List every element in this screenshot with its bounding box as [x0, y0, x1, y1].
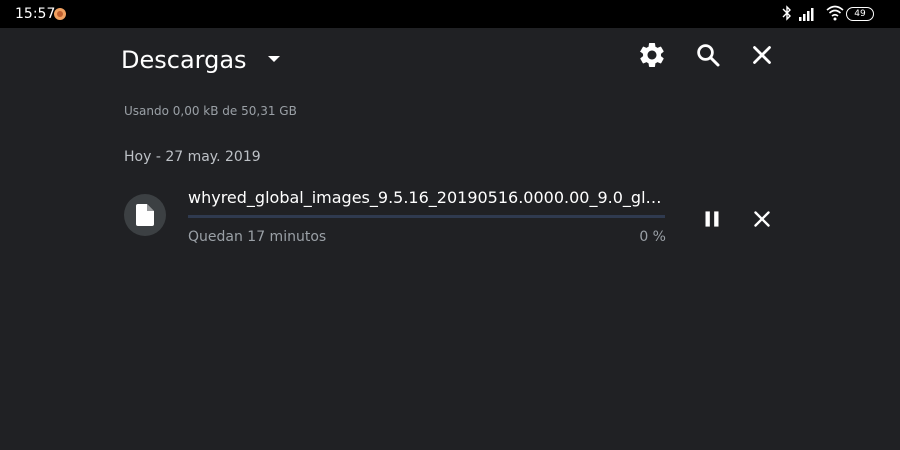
storage-usage: Usando 0,00 kB de 50,31 GB: [124, 104, 297, 118]
status-bar: 15:57 49: [0, 0, 900, 28]
signal-icon: [798, 6, 816, 25]
page-title[interactable]: Descargas: [121, 46, 247, 74]
dropdown-caret-icon[interactable]: [268, 56, 280, 62]
app-notification-icon: [54, 8, 66, 20]
download-percent: 0 %: [639, 229, 666, 245]
file-icon: [136, 204, 154, 226]
close-button[interactable]: [747, 40, 777, 70]
settings-button[interactable]: [637, 40, 667, 70]
download-time-left: Quedan 17 minutos: [188, 229, 327, 245]
pause-icon: [705, 211, 719, 227]
status-time: 15:57: [15, 6, 56, 22]
cancel-download-button[interactable]: [749, 206, 775, 232]
date-header: Hoy - 27 may. 2019: [124, 149, 261, 165]
download-file-name[interactable]: whyred_global_images_9.5.16_20190516.000…: [188, 188, 668, 207]
close-icon: [753, 46, 771, 64]
download-item[interactable]: whyred_global_images_9.5.16_20190516.000…: [120, 182, 780, 254]
search-icon: [697, 44, 720, 67]
download-progress-bar: [188, 215, 665, 218]
wifi-icon: [826, 5, 844, 25]
file-avatar: [124, 194, 166, 236]
battery-icon: 49: [846, 7, 874, 21]
search-button[interactable]: [693, 40, 723, 70]
cancel-icon: [754, 211, 770, 227]
gear-icon: [639, 42, 664, 67]
bluetooth-icon: [782, 5, 792, 25]
pause-download-button[interactable]: [699, 206, 725, 232]
